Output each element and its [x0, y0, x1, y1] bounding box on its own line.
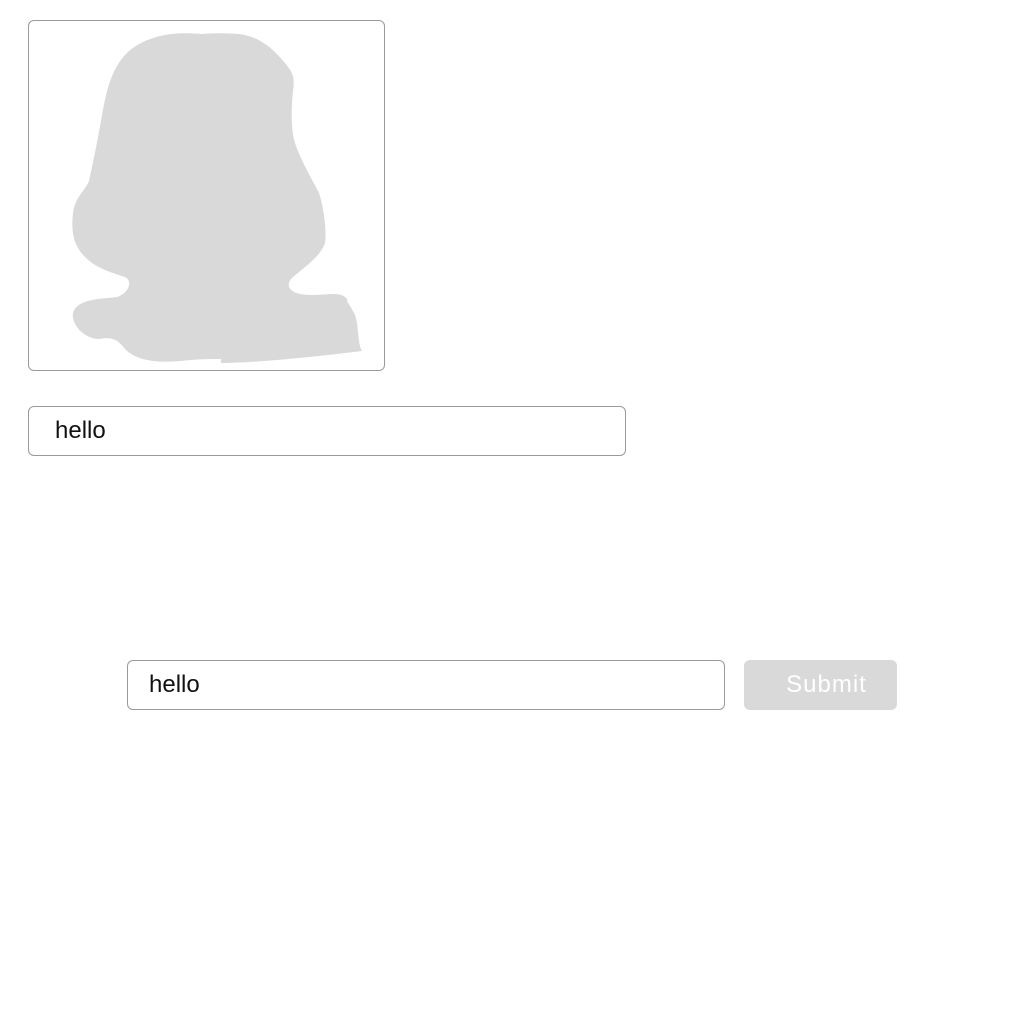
avatar-placeholder — [28, 20, 385, 371]
submit-button-label: Submit — [786, 671, 867, 698]
form-text-input[interactable]: hello — [127, 660, 725, 710]
form-text-input-value: hello — [149, 671, 200, 698]
submit-button[interactable]: Submit — [744, 660, 897, 710]
text-input[interactable]: hello — [28, 406, 626, 456]
page: hello hello Submit — [0, 0, 1024, 1024]
person-silhouette-icon — [72, 33, 362, 363]
text-input-value: hello — [55, 417, 106, 444]
